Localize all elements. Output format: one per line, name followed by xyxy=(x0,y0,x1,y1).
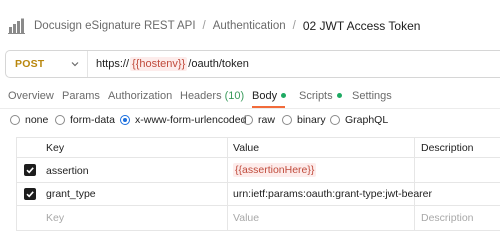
radio-raw[interactable]: raw xyxy=(243,114,275,126)
radio-circle-selected[interactable] xyxy=(120,115,130,125)
breadcrumb-separator: / xyxy=(292,20,296,32)
url-bar: POST https:// {{hostenv}} /oauth/token xyxy=(5,50,500,78)
checkmark-icon xyxy=(26,191,34,198)
tab-scripts-label: Scripts xyxy=(299,90,333,102)
tab-body[interactable]: Body xyxy=(252,90,287,102)
radio-circle[interactable] xyxy=(10,115,20,125)
collection-grid-icon xyxy=(8,18,25,34)
checkmark-icon xyxy=(26,167,34,174)
headers-count: (10) xyxy=(224,90,245,102)
column-header-description: Description xyxy=(421,142,474,154)
chevron-down-icon[interactable] xyxy=(70,59,80,69)
table-border xyxy=(16,230,500,231)
table-border xyxy=(16,205,500,206)
row-checkbox[interactable] xyxy=(24,188,36,200)
new-key-input[interactable]: Key xyxy=(46,212,64,224)
radio-x-www-form-urlencoded[interactable]: x-www-form-urlencoded xyxy=(120,114,246,126)
radio-label: binary xyxy=(297,114,326,126)
radio-circle[interactable] xyxy=(243,115,253,125)
request-tabs: Overview Params Authorization Headers (1… xyxy=(0,86,500,108)
radio-circle[interactable] xyxy=(330,115,340,125)
row-value[interactable]: {{assertionHere}} xyxy=(233,163,317,177)
url-variable[interactable]: {{hostenv}} xyxy=(130,57,188,71)
table-border xyxy=(16,157,500,158)
row-key[interactable]: assertion xyxy=(46,165,89,177)
radio-form-data[interactable]: form-data xyxy=(55,114,115,126)
row-key[interactable]: grant_type xyxy=(46,188,96,200)
scripts-indicator-dot xyxy=(336,92,342,98)
column-header-key: Key xyxy=(46,142,65,154)
tab-body-label: Body xyxy=(252,90,278,102)
radio-none[interactable]: none xyxy=(10,114,48,126)
tab-headers[interactable]: Headers (10) xyxy=(180,90,244,102)
table-border xyxy=(16,137,17,231)
tab-params[interactable]: Params xyxy=(62,90,100,102)
body-type-options: none form-data x-www-form-urlencoded raw… xyxy=(10,114,500,128)
radio-binary[interactable]: binary xyxy=(282,114,326,126)
tab-scripts[interactable]: Scripts xyxy=(299,90,342,102)
row-checkbox[interactable] xyxy=(24,164,36,176)
url-input[interactable]: https:// {{hostenv}} /oauth/token xyxy=(88,57,249,71)
column-divider xyxy=(414,137,415,231)
radio-circle[interactable] xyxy=(282,115,292,125)
new-value-input[interactable]: Value xyxy=(233,212,259,224)
new-description-input[interactable]: Description xyxy=(421,212,474,224)
url-prefix: https:// xyxy=(96,58,130,70)
breadcrumb-collection[interactable]: Docusign eSignature REST API xyxy=(34,20,196,32)
column-divider xyxy=(227,137,228,231)
breadcrumb-separator: / xyxy=(202,20,206,32)
radio-label: form-data xyxy=(70,114,115,126)
table-border xyxy=(16,137,500,138)
breadcrumb-folder[interactable]: Authentication xyxy=(213,20,286,32)
column-header-value: Value xyxy=(233,142,260,154)
tab-headers-label: Headers xyxy=(180,90,222,102)
table-border xyxy=(16,182,500,183)
method-select[interactable]: POST xyxy=(6,51,88,77)
body-params-table: Key Value Description assertion {{assert… xyxy=(16,137,500,252)
tab-authorization[interactable]: Authorization xyxy=(108,90,172,102)
method-label: POST xyxy=(15,58,45,70)
url-suffix: /oauth/token xyxy=(188,58,249,70)
radio-label: none xyxy=(25,114,49,126)
row-value[interactable]: urn:ietf:params:oauth:grant-type:jwt-bea… xyxy=(233,188,432,200)
radio-label: GraphQL xyxy=(345,114,389,126)
body-indicator-dot xyxy=(281,92,287,98)
tabs-divider xyxy=(0,108,500,109)
tab-overview[interactable]: Overview xyxy=(8,90,54,102)
breadcrumb: Docusign eSignature REST API / Authentic… xyxy=(8,15,420,37)
radio-label: raw xyxy=(258,114,275,126)
value-variable[interactable]: {{assertionHere}} xyxy=(233,163,317,177)
radio-label: x-www-form-urlencoded xyxy=(135,114,247,126)
request-name[interactable]: 02 JWT Access Token xyxy=(303,19,421,33)
radio-graphql[interactable]: GraphQL xyxy=(330,114,388,126)
radio-circle[interactable] xyxy=(55,115,65,125)
tab-settings[interactable]: Settings xyxy=(352,90,392,102)
